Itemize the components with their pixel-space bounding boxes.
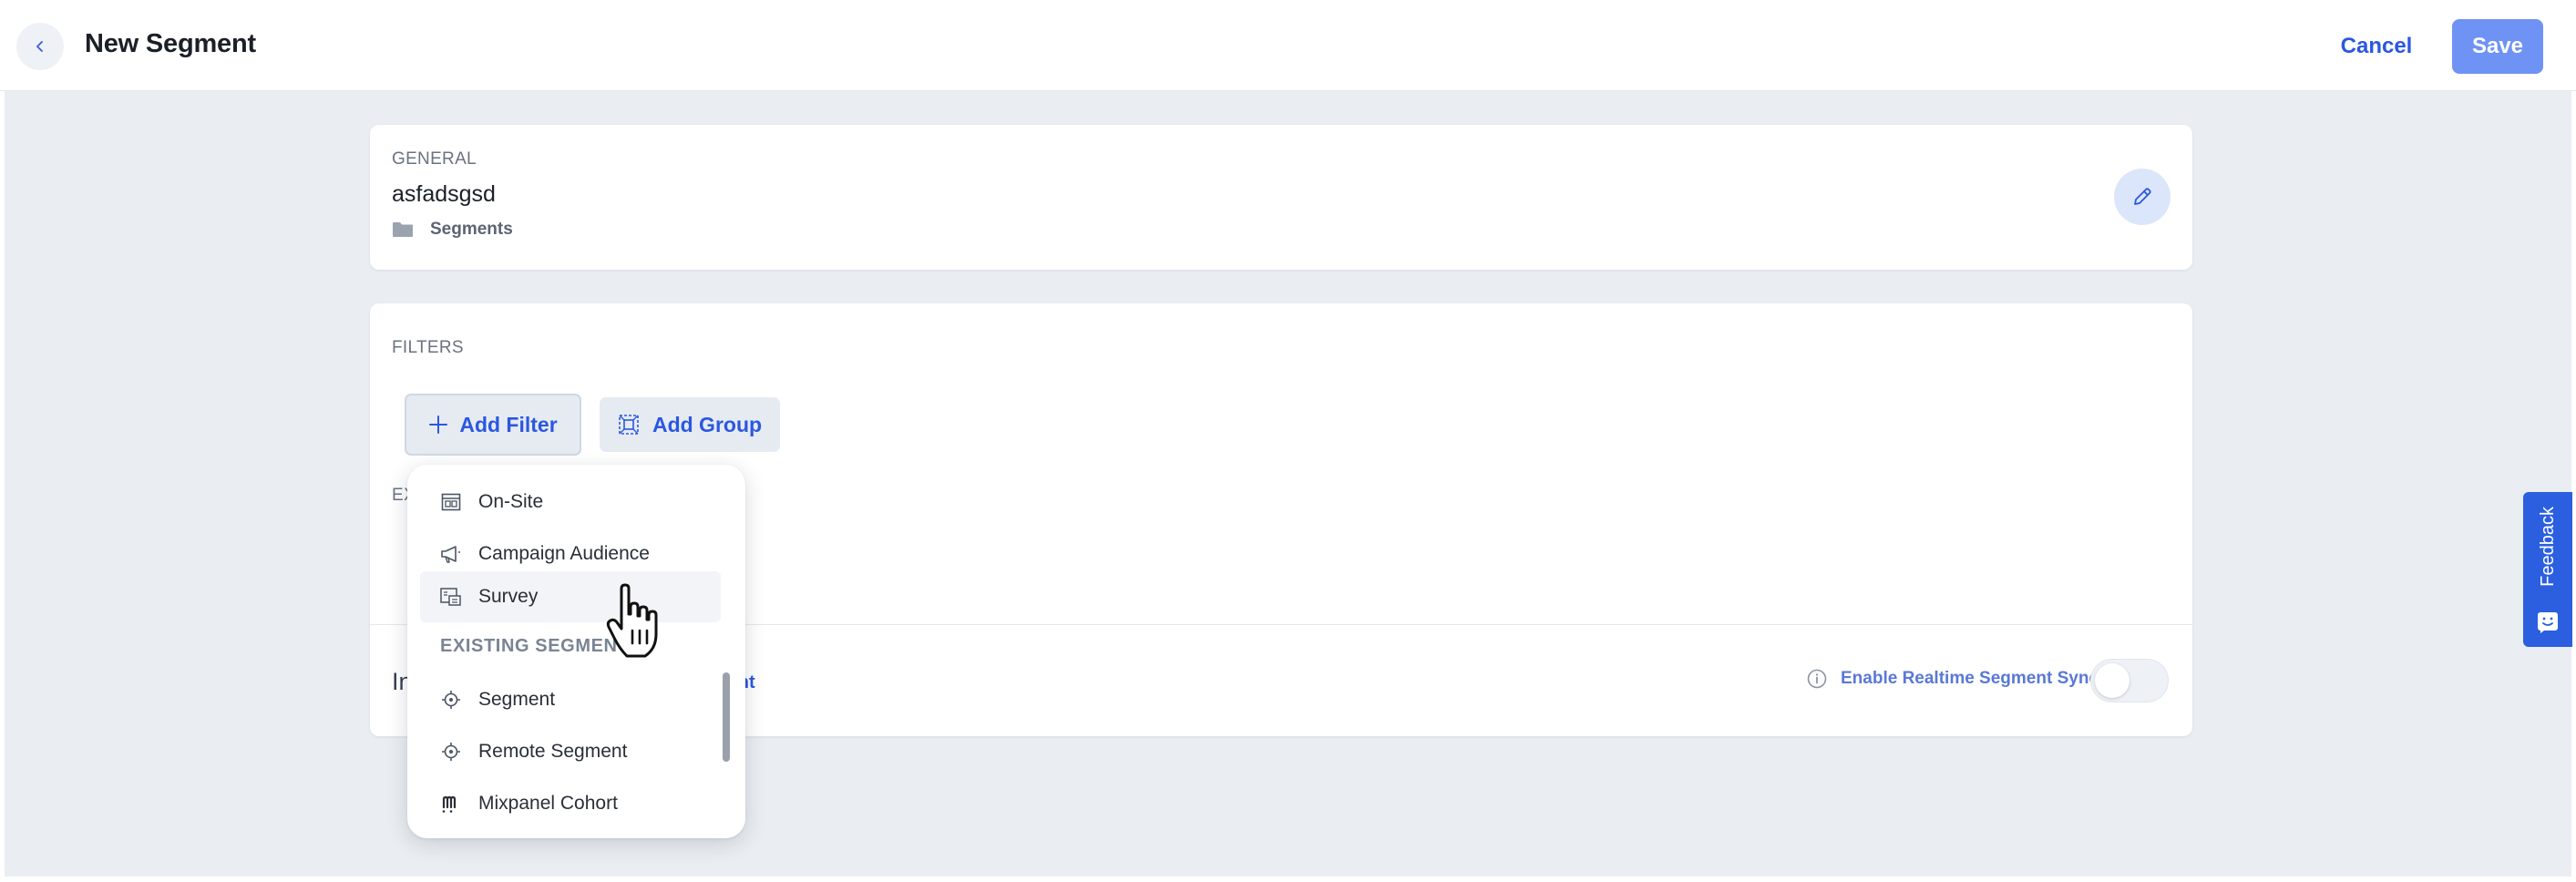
feedback-tab[interactable]: Feedback: [2523, 492, 2572, 647]
top-header: New Segment Cancel Save: [0, 0, 2576, 91]
back-button[interactable]: [16, 23, 64, 70]
add-filter-button[interactable]: Add Filter: [405, 394, 581, 456]
feedback-smile-icon: [2536, 610, 2560, 634]
survey-icon: [438, 584, 464, 610]
realtime-sync-toggle[interactable]: [2090, 659, 2169, 703]
edit-button[interactable]: [2114, 169, 2171, 225]
folder-label: Segments: [430, 220, 513, 239]
dropdown-item-segment[interactable]: Segment: [420, 674, 721, 725]
filters-section-label: FILTERS: [392, 338, 464, 357]
dropdown-item-label: Campaign Audience: [478, 543, 650, 564]
add-group-label: Add Group: [652, 412, 763, 436]
dropdown-item-remote-segment[interactable]: Remote Segment: [420, 726, 721, 777]
dropdown-item-mixpanel-cohort[interactable]: Mixpanel Cohort: [420, 778, 721, 829]
save-button[interactable]: Save: [2452, 19, 2543, 74]
add-filter-dropdown: On-Site Campaign Audience Survey EXISTIN…: [407, 465, 745, 838]
realtime-sync-row: Enable Realtime Segment Sync: [1806, 668, 2099, 690]
existing-segments-header: EXISTING SEGMENTS: [440, 636, 642, 656]
plus-icon: [429, 415, 448, 434]
general-section-label: GENERAL: [392, 149, 477, 169]
mixpanel-icon: [438, 791, 464, 816]
segment-target-icon: [438, 687, 464, 713]
megaphone-icon: [438, 541, 464, 567]
info-icon[interactable]: [1806, 668, 1828, 690]
folder-row: Segments: [392, 220, 513, 240]
dropdown-item-label: Segment: [478, 689, 556, 710]
dropdown-item-label: Survey: [478, 586, 539, 607]
chevron-left-icon: [36, 41, 43, 52]
pencil-icon: [2134, 188, 2151, 205]
dropdown-item-label: Mixpanel Cohort: [478, 793, 618, 814]
page-title: New Segment: [85, 29, 256, 58]
dropdown-item-label: Remote Segment: [478, 741, 628, 762]
onsite-icon: [438, 489, 464, 515]
dropdown-item-survey[interactable]: Survey: [420, 571, 721, 622]
group-icon: [619, 415, 639, 435]
cancel-button[interactable]: Cancel: [2322, 20, 2431, 73]
segment-target-icon: [438, 739, 464, 764]
dropdown-item-on-site[interactable]: On-Site: [420, 477, 721, 528]
general-card: GENERAL asfadsgsd Segments: [370, 125, 2192, 270]
add-filter-label: Add Filter: [459, 412, 558, 436]
dropdown-item-label: On-Site: [478, 491, 544, 512]
feedback-label: Feedback: [2537, 507, 2558, 587]
realtime-sync-label: Enable Realtime Segment Sync: [1841, 669, 2099, 688]
segment-name: asfadsgsd: [392, 181, 496, 207]
toggle-knob: [2095, 663, 2130, 698]
add-group-button[interactable]: Add Group: [600, 397, 780, 452]
folder-icon: [392, 221, 414, 238]
dropdown-scrollbar[interactable]: [723, 672, 730, 762]
